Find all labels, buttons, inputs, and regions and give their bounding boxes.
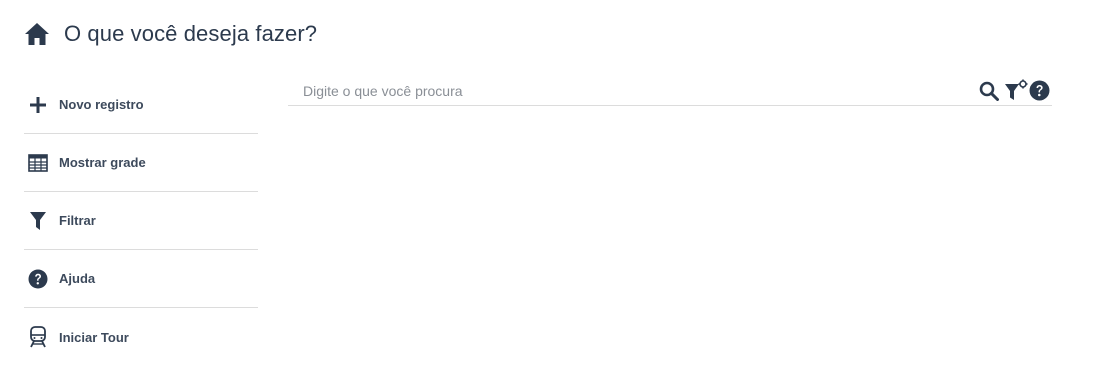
filter-settings-icon[interactable] — [1004, 79, 1028, 103]
help-icon[interactable] — [1028, 80, 1050, 102]
train-icon — [27, 326, 49, 348]
sidebar-item-filter[interactable]: Filtrar — [24, 192, 258, 250]
sidebar-item-help[interactable]: Ajuda — [24, 250, 258, 308]
page-header: O que você deseja fazer? — [24, 20, 317, 48]
sidebar-item-label: Novo registro — [59, 97, 144, 112]
search-bar — [288, 76, 1052, 106]
table-grid-icon — [27, 152, 49, 174]
search-actions — [978, 79, 1050, 103]
plus-icon — [27, 94, 49, 116]
sidebar-item-start-tour[interactable]: Iniciar Tour — [24, 308, 258, 366]
filter-icon — [27, 210, 49, 232]
page-title: O que você deseja fazer? — [64, 21, 318, 46]
question-circle-icon — [27, 268, 49, 290]
sidebar-item-label: Iniciar Tour — [59, 329, 129, 345]
sidebar-item-show-grid[interactable]: Mostrar grade — [24, 134, 258, 192]
search-icon[interactable] — [978, 80, 1000, 102]
sidebar-item-new-record[interactable]: Novo registro — [24, 76, 258, 134]
search-input[interactable] — [288, 76, 978, 105]
sidebar-item-label: Ajuda — [59, 271, 96, 286]
sidebar-item-label: Filtrar — [59, 213, 96, 228]
sidebar-item-label: Mostrar grade — [59, 155, 146, 170]
action-sidebar: Novo registro Mostrar grade Filtrar Ajud… — [24, 76, 258, 366]
home-icon — [24, 22, 50, 46]
